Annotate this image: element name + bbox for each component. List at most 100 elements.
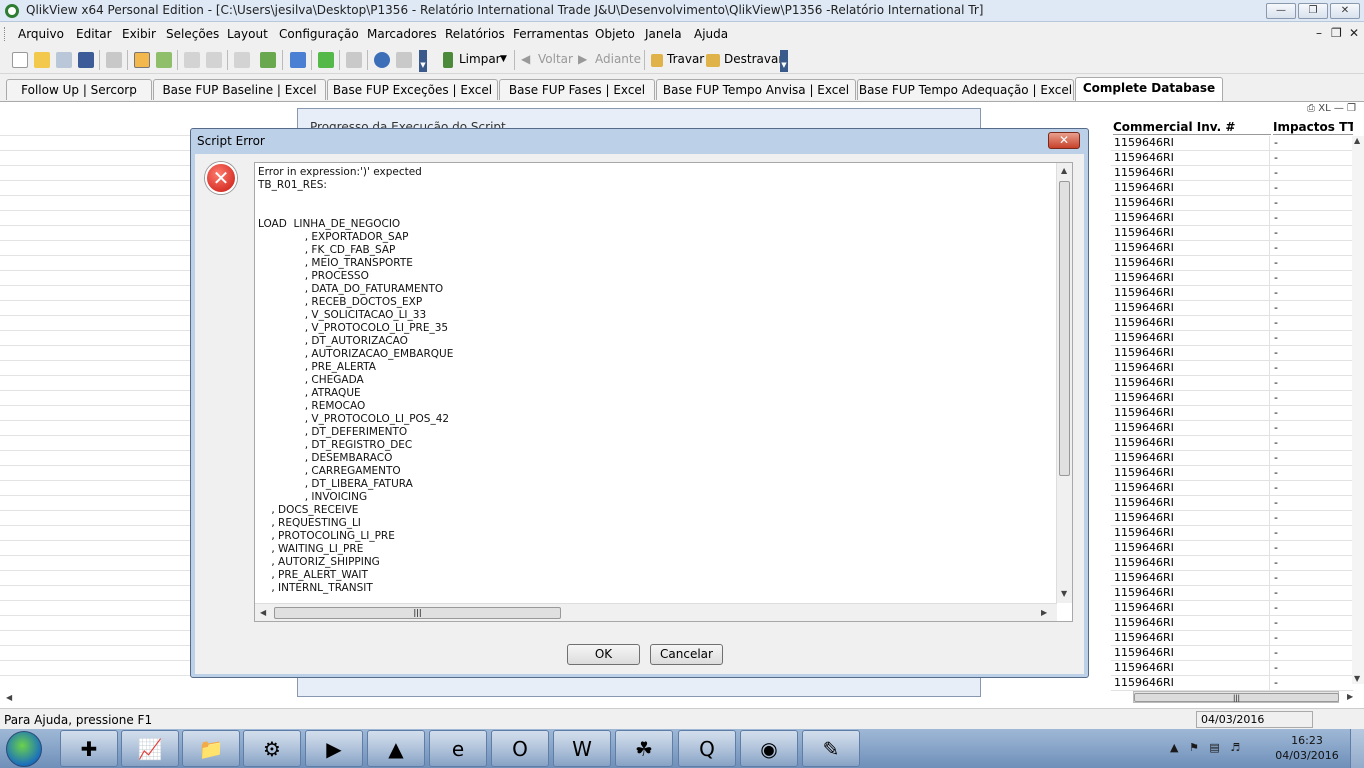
taskbar-app-fish-icon[interactable]: ☘	[615, 730, 673, 767]
cell-impactos-tt[interactable]: -	[1274, 676, 1278, 690]
cell-commercial-inv[interactable]: 1159646RI	[1114, 436, 1269, 450]
start-button[interactable]	[6, 731, 42, 767]
table-row[interactable]: 1159646RI -	[1111, 496, 1353, 511]
table-row[interactable]: 1159646RI -	[1111, 256, 1353, 271]
cell-commercial-inv[interactable]: 1159646RI	[1114, 271, 1269, 285]
cell-commercial-inv[interactable]: 1159646RI	[1114, 241, 1269, 255]
lock-button[interactable]: Travar	[667, 52, 704, 66]
cell-impactos-tt[interactable]: -	[1274, 181, 1278, 195]
scroll-right-arrow-icon[interactable]: ▶	[1347, 692, 1353, 701]
table-row[interactable]: 1159646RI -	[1111, 346, 1353, 361]
ok-button[interactable]: OK	[567, 644, 640, 665]
cell-impactos-tt[interactable]: -	[1274, 151, 1278, 165]
cell-impactos-tt[interactable]: -	[1274, 571, 1278, 585]
cell-commercial-inv[interactable]: 1159646RI	[1114, 646, 1269, 660]
cell-impactos-tt[interactable]: -	[1274, 406, 1278, 420]
cell-commercial-inv[interactable]: 1159646RI	[1114, 451, 1269, 465]
table-row[interactable]: 1159646RI -	[1111, 181, 1353, 196]
tab-base-fup-baseline[interactable]: Base FUP Baseline | Excel	[153, 79, 326, 100]
dialog-close-button[interactable]: ✕	[1048, 132, 1080, 149]
help-icon[interactable]	[374, 52, 390, 68]
cell-impactos-tt[interactable]: -	[1274, 241, 1278, 255]
table-row[interactable]: 1159646RI -	[1111, 526, 1353, 541]
clear-dropdown-icon[interactable]: ▼	[500, 54, 507, 64]
taskbar-app-folder-icon[interactable]: 📁	[182, 730, 240, 767]
table-row[interactable]: 1159646RI -	[1111, 586, 1353, 601]
cell-impactos-tt[interactable]: -	[1274, 421, 1278, 435]
cell-impactos-tt[interactable]: -	[1274, 496, 1278, 510]
table-row[interactable]: 1159646RI -	[1111, 196, 1353, 211]
cell-commercial-inv[interactable]: 1159646RI	[1114, 496, 1269, 510]
cell-impactos-tt[interactable]: -	[1274, 661, 1278, 675]
table-row[interactable]: 1159646RI -	[1111, 211, 1353, 226]
error-text-box[interactable]: Error in expression:')' expected TB_R01_…	[254, 162, 1073, 622]
cell-commercial-inv[interactable]: 1159646RI	[1114, 286, 1269, 300]
save-icon[interactable]	[78, 52, 94, 68]
table-row[interactable]: 1159646RI -	[1111, 166, 1353, 181]
taskbar-app-medical-icon[interactable]: ✚	[60, 730, 118, 767]
cell-impactos-tt[interactable]: -	[1274, 301, 1278, 315]
scroll-up-arrow-icon[interactable]: ▲	[1354, 136, 1360, 145]
table-row[interactable]: 1159646RI -	[1111, 271, 1353, 286]
cell-impactos-tt[interactable]: -	[1274, 601, 1278, 615]
redo-icon[interactable]	[206, 52, 222, 68]
selections-check-icon[interactable]	[260, 52, 276, 68]
properties-icon[interactable]	[346, 52, 362, 68]
cell-commercial-inv[interactable]: 1159646RI	[1114, 511, 1269, 525]
cell-commercial-inv[interactable]: 1159646RI	[1114, 301, 1269, 315]
mdi-restore-icon[interactable]: ❐	[1331, 26, 1342, 40]
minimize-object-icon[interactable]: —	[1334, 103, 1344, 114]
cell-impactos-tt[interactable]: -	[1274, 286, 1278, 300]
menu-objeto[interactable]: Objeto	[595, 27, 635, 41]
cell-impactos-tt[interactable]: -	[1274, 586, 1278, 600]
clear-button[interactable]: Limpar	[459, 52, 501, 66]
show-desktop-button[interactable]	[1350, 729, 1364, 768]
cell-impactos-tt[interactable]: -	[1274, 376, 1278, 390]
cell-commercial-inv[interactable]: 1159646RI	[1114, 676, 1269, 690]
menu-layout[interactable]: Layout	[227, 27, 268, 41]
refresh-icon[interactable]	[56, 52, 72, 68]
new-chart-icon[interactable]	[290, 52, 306, 68]
table-row[interactable]: 1159646RI -	[1111, 676, 1353, 691]
cell-commercial-inv[interactable]: 1159646RI	[1114, 406, 1269, 420]
table-row[interactable]: 1159646RI -	[1111, 151, 1353, 166]
scroll-right-arrow-icon[interactable]: ▶	[1041, 608, 1047, 617]
table-row[interactable]: 1159646RI -	[1111, 541, 1353, 556]
taskbar-app-acrobat-icon[interactable]: ▲	[367, 730, 425, 767]
cell-impactos-tt[interactable]: -	[1274, 271, 1278, 285]
tab-complete-database[interactable]: Complete Database	[1075, 77, 1223, 101]
cell-commercial-inv[interactable]: 1159646RI	[1114, 256, 1269, 270]
menu-configuracao[interactable]: Configuração	[279, 27, 359, 41]
scroll-thumb[interactable]: |||	[1134, 693, 1339, 702]
horizontal-scrollbar[interactable]: |||	[1133, 691, 1339, 703]
cell-commercial-inv[interactable]: 1159646RI	[1114, 376, 1269, 390]
column-header-commercial-inv[interactable]: Commercial Inv. #	[1113, 120, 1271, 135]
cell-commercial-inv[interactable]: 1159646RI	[1114, 211, 1269, 225]
table-row[interactable]: 1159646RI -	[1111, 661, 1353, 676]
cell-impactos-tt[interactable]: -	[1274, 361, 1278, 375]
cell-impactos-tt[interactable]: -	[1274, 226, 1278, 240]
cell-impactos-tt[interactable]: -	[1274, 391, 1278, 405]
scroll-down-arrow-icon[interactable]: ▼	[1354, 674, 1360, 683]
context-help-icon[interactable]	[396, 52, 412, 68]
cell-impactos-tt[interactable]: -	[1274, 466, 1278, 480]
cell-commercial-inv[interactable]: 1159646RI	[1114, 526, 1269, 540]
table-row[interactable]: 1159646RI -	[1111, 556, 1353, 571]
taskbar-app-chart-icon[interactable]: 📈	[121, 730, 179, 767]
tray-flag-icon[interactable]: ⚑	[1189, 741, 1199, 754]
cell-commercial-inv[interactable]: 1159646RI	[1114, 466, 1269, 480]
forward-button[interactable]: Adiante	[595, 52, 641, 66]
menu-ferramentas[interactable]: Ferramentas	[513, 27, 589, 41]
scroll-up-arrow-icon[interactable]: ▲	[1061, 166, 1067, 175]
cell-commercial-inv[interactable]: 1159646RI	[1114, 586, 1269, 600]
column-header-impactos-tt[interactable]: Impactos TT	[1273, 120, 1353, 135]
open-folder-icon[interactable]	[34, 52, 50, 68]
taskbar-app-qlikview-icon[interactable]: Q	[678, 730, 736, 767]
tab-follow-up-sercorp[interactable]: Follow Up | Sercorp	[6, 79, 152, 100]
menu-editar[interactable]: Editar	[76, 27, 112, 41]
table-row[interactable]: 1159646RI -	[1111, 571, 1353, 586]
toolbar-overflow-icon[interactable]: ▼	[780, 50, 788, 72]
menu-exibir[interactable]: Exibir	[122, 27, 156, 41]
restore-button[interactable]: ❐	[1298, 3, 1328, 19]
cell-impactos-tt[interactable]: -	[1274, 541, 1278, 555]
